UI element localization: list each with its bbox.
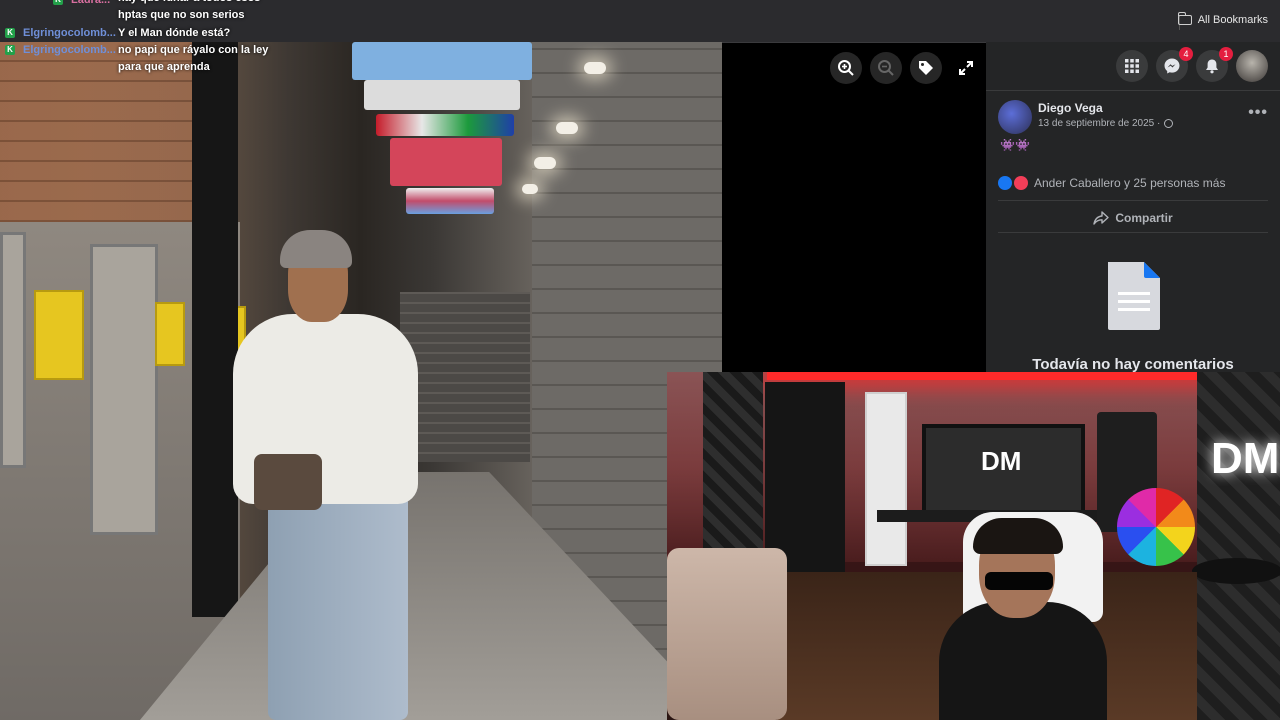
person-jeans [268,494,408,720]
wall-lamp [534,157,556,169]
flag [352,42,532,80]
flag [364,80,520,110]
tag-icon [919,61,933,75]
acoustic-foam [1197,372,1280,720]
fullscreen-icon [959,61,973,75]
zoom-out-button[interactable] [870,52,902,84]
dm-neon-sign-icon: DM [1211,434,1280,483]
no-comments-text: Todavía no hay comentarios [1032,356,1234,373]
couch [667,548,787,720]
wall-frame [90,244,158,535]
more-options-button[interactable]: ••• [1248,104,1268,122]
streamer-body [939,602,1107,720]
zoom-out-icon [878,60,894,76]
badge-icon: K [53,0,63,5]
notifications-badge: 1 [1219,47,1233,61]
share-icon [1093,211,1110,225]
chat-username[interactable]: Elgringocolomb... [23,42,123,59]
badge-icon: K [5,28,15,38]
chat-username[interactable]: Elgringocolomb... [23,25,123,42]
zoom-in-icon [838,60,854,76]
black-curtain [765,382,845,572]
post-caption: 👾👾 [1000,138,1030,152]
badge-icon: K [5,45,15,55]
divider [998,200,1268,201]
chat-message: K Elgringocolomb... [5,42,123,59]
grid-menu-icon [1125,59,1139,73]
flag [390,138,502,186]
facebook-header: 4 1 [986,42,1280,90]
chat-message: K Elgringocolomb... [5,25,123,42]
reactions-summary[interactable]: Ander Caballero y 25 personas más [998,176,1225,190]
wall-lamp [584,62,606,74]
flag [406,188,494,214]
yellow-plaque [34,290,84,380]
share-label: Compartir [1115,211,1173,225]
shelf [865,392,907,566]
tag-button[interactable] [910,52,942,84]
all-bookmarks-label: All Bookmarks [1197,14,1268,26]
all-bookmarks-button[interactable]: All Bookmarks [1177,12,1268,26]
empty-document-icon [1108,262,1160,330]
dm-logo-icon: DM [981,446,1022,476]
photo-viewer-toolbar [830,52,982,84]
messenger-badge: 4 [1179,47,1193,61]
wall-lamp [556,122,578,134]
divider [998,232,1268,233]
facebook-side-panel: 4 1 Diego Vega 13 de septiembre de 2025 … [986,42,1280,373]
profile-avatar[interactable] [1236,50,1268,82]
messenger-button[interactable]: 4 [1156,47,1193,82]
post-date-row: 13 de septiembre de 2025 · [1038,118,1174,129]
love-reaction-icon [1014,176,1028,190]
stream-chat: K Laura... hay que funar a todos esos hp… [0,0,300,80]
reactions-text: Ander Caballero y 25 personas más [1034,176,1226,190]
wall-lamp [522,184,538,194]
chat-message: K Laura... [5,0,121,9]
chat-text: hay que funar a todos esos hptas que no … [118,0,260,21]
like-reaction-icon [998,176,1012,190]
zoom-in-button[interactable] [830,52,862,84]
share-button[interactable]: Compartir [986,204,1280,232]
sunglasses [985,572,1053,590]
menu-button[interactable] [1116,50,1148,82]
tv-screen: DM [922,424,1085,518]
messenger-icon [1164,58,1180,74]
webcam-overlay: DM DM [667,372,1280,720]
side-table [1192,558,1280,584]
color-wheel [1117,488,1195,566]
post-date[interactable]: 13 de septiembre de 2025 · [1038,118,1160,129]
header-divider [986,90,1280,91]
fullscreen-button[interactable] [950,52,982,84]
wall-frame [0,232,26,468]
acoustic-foam [703,372,763,572]
person-bag [254,454,322,510]
bell-icon [1206,59,1218,74]
post-photo[interactable] [0,42,722,720]
flag [376,114,514,136]
author-avatar[interactable] [998,100,1032,134]
chat-text: Y el Man dónde está? [118,27,231,39]
folder-icon [1177,12,1192,25]
chat-text: no papi que ráyalo con la ley para que a… [118,44,269,73]
globe-icon [1164,119,1174,128]
notifications-button[interactable]: 1 [1196,47,1233,82]
post-author[interactable]: Diego Vega [1038,101,1103,115]
chat-username[interactable]: Laura... [71,0,121,9]
person-cap [280,230,352,268]
streamer-hair [973,518,1063,554]
yellow-plaque [155,302,185,366]
stairs [400,292,530,462]
pillar [192,42,238,617]
post-header: Diego Vega 13 de septiembre de 2025 · ••… [998,100,1268,136]
